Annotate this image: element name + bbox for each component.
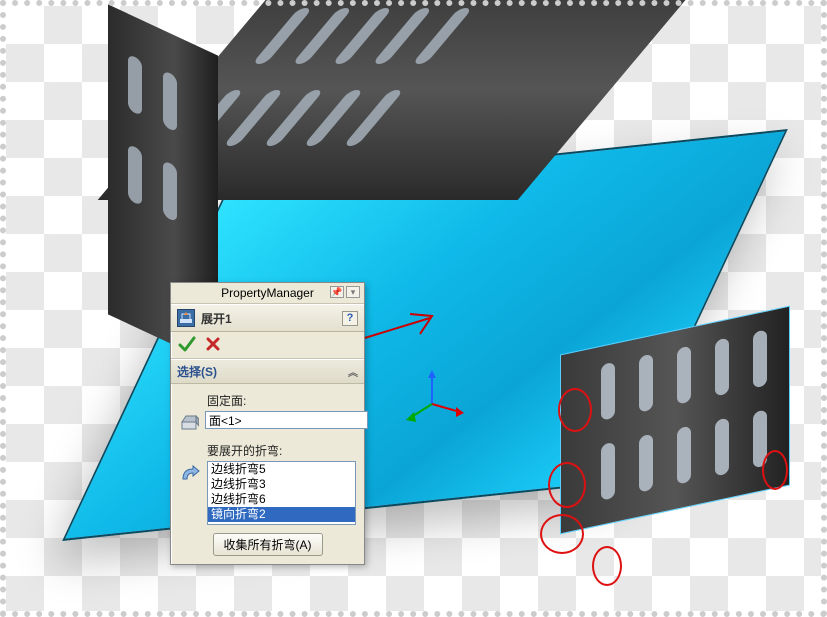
selection-group-header[interactable]: 选择(S) ︽ — [171, 359, 364, 384]
bends-listbox[interactable]: 边线折弯5 边线折弯3 边线折弯6 镜向折弯2 — [207, 461, 356, 525]
list-item[interactable]: 镜向折弯2 — [208, 507, 355, 522]
annotation-circle — [548, 462, 586, 508]
list-item[interactable]: 边线折弯3 — [208, 477, 355, 492]
annotation-circle — [762, 450, 788, 490]
property-manager-panel: PropertyManager 📌 ▾ 展开1 ? 选择(S) ︽ 固定面: — [170, 282, 365, 565]
feature-name: 展开1 — [201, 310, 336, 327]
cancel-button[interactable] — [203, 335, 223, 353]
annotation-circle — [540, 514, 584, 554]
fixed-face-input[interactable] — [205, 411, 368, 429]
feature-header: 展开1 ? — [171, 304, 364, 332]
list-item[interactable]: 边线折弯6 — [208, 492, 355, 507]
list-item[interactable]: 边线折弯5 — [208, 462, 355, 477]
unfold-icon — [177, 309, 195, 327]
ok-button[interactable] — [177, 335, 197, 353]
face-picker-icon[interactable] — [179, 412, 199, 434]
fixed-face-label: 固定面: — [207, 392, 356, 409]
selection-group-body: 固定面: 要展开的折弯: 边线折弯5 边线折弯3 边线折弯6 镜向折弯2 收集所… — [171, 384, 364, 564]
annotation-circle — [592, 546, 622, 586]
bend-picker-icon[interactable] — [179, 462, 201, 484]
selection-group-label: 选择(S) — [177, 363, 217, 380]
panel-menu-icon[interactable]: ▾ — [346, 286, 360, 298]
panel-pin-controls: 📌 ▾ — [330, 286, 360, 298]
pushpin-icon[interactable]: 📌 — [330, 286, 344, 298]
panel-title: PropertyManager — [221, 286, 314, 300]
bends-label: 要展开的折弯: — [207, 442, 356, 459]
annotation-circle — [558, 388, 592, 432]
collect-all-bends-button[interactable]: 收集所有折弯(A) — [213, 533, 323, 556]
help-button[interactable]: ? — [342, 311, 358, 326]
panel-title-bar: PropertyManager 📌 ▾ — [171, 283, 364, 304]
model-viewport[interactable] — [60, 0, 780, 560]
confirm-bar — [171, 332, 364, 359]
chevron-up-icon[interactable]: ︽ — [348, 364, 358, 379]
